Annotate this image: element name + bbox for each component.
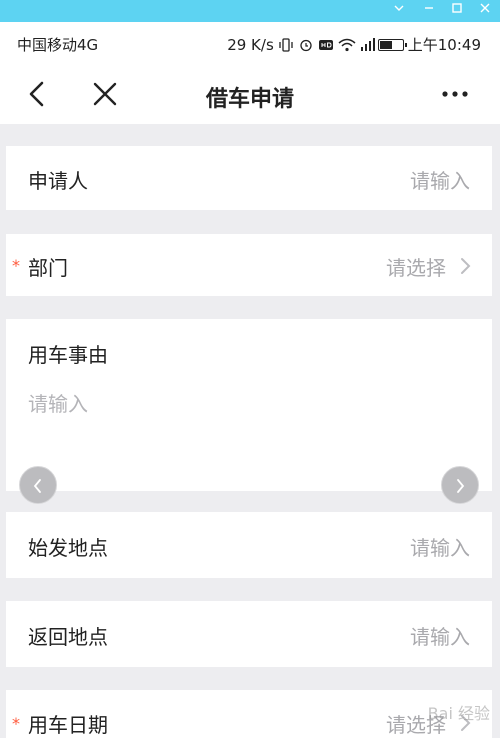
- hd-icon: [318, 38, 334, 52]
- watermark: Bai 经验: [427, 704, 490, 723]
- status-icons: 29 K/s 上午10:49: [227, 34, 481, 55]
- app-window: 中国移动4G 29 K/s 上午10:49 借车申请 申请人 请输入 * 部门 …: [0, 0, 500, 738]
- vibrate-icon: [278, 37, 294, 52]
- applicant-row[interactable]: 申请人 请输入: [6, 146, 492, 210]
- wifi-icon: [338, 38, 356, 52]
- clock: 上午10:49: [407, 36, 481, 54]
- nav-bar: 借车申请: [0, 64, 500, 124]
- maximize-icon[interactable]: [448, 2, 466, 20]
- required-mark: *: [12, 256, 20, 275]
- date-label: 用车日期: [28, 713, 108, 737]
- window-close-icon[interactable]: [476, 2, 494, 20]
- signal-icon: [358, 37, 375, 52]
- network-speed: 29 K/s: [227, 35, 274, 54]
- battery-icon: [377, 38, 407, 51]
- reason-row[interactable]: 用车事由 请输入: [6, 319, 492, 491]
- return-place-row[interactable]: 返回地点 请输入: [6, 601, 492, 667]
- department-select[interactable]: 请选择: [386, 252, 446, 281]
- more-button[interactable]: [440, 82, 470, 106]
- minimize-icon[interactable]: [420, 2, 438, 20]
- status-bar: 中国移动4G 29 K/s 上午10:49: [0, 22, 500, 64]
- chevron-left-icon: [33, 479, 41, 493]
- department-row[interactable]: * 部门 请选择: [6, 234, 492, 296]
- reason-label: 用车事由: [28, 343, 108, 367]
- departure-input[interactable]: 请输入: [410, 532, 470, 561]
- prev-arrow-button[interactable]: [19, 466, 57, 504]
- page-title: 借车申请: [205, 87, 294, 112]
- applicant-input[interactable]: 请输入: [410, 165, 470, 194]
- applicant-label: 申请人: [28, 169, 88, 193]
- window-title-bar: [0, 0, 500, 22]
- next-arrow-button[interactable]: [441, 466, 479, 504]
- reason-textarea[interactable]: 请输入: [28, 388, 88, 417]
- battery-level: [379, 40, 392, 49]
- date-row[interactable]: * 用车日期 请选择: [6, 690, 492, 738]
- return-place-label: 返回地点: [28, 625, 108, 649]
- required-mark: *: [12, 714, 20, 733]
- departure-row[interactable]: 始发地点 请输入: [6, 512, 492, 578]
- chevron-right-icon: [457, 479, 465, 493]
- chevron-right-icon: [461, 258, 471, 274]
- department-label: 部门: [28, 256, 68, 280]
- return-place-input[interactable]: 请输入: [410, 621, 470, 650]
- more-icon: [442, 91, 468, 97]
- carrier-label: 中国移动4G: [17, 36, 99, 54]
- collapse-icon[interactable]: [390, 2, 408, 20]
- alarm-icon: [298, 38, 314, 52]
- departure-label: 始发地点: [28, 536, 108, 560]
